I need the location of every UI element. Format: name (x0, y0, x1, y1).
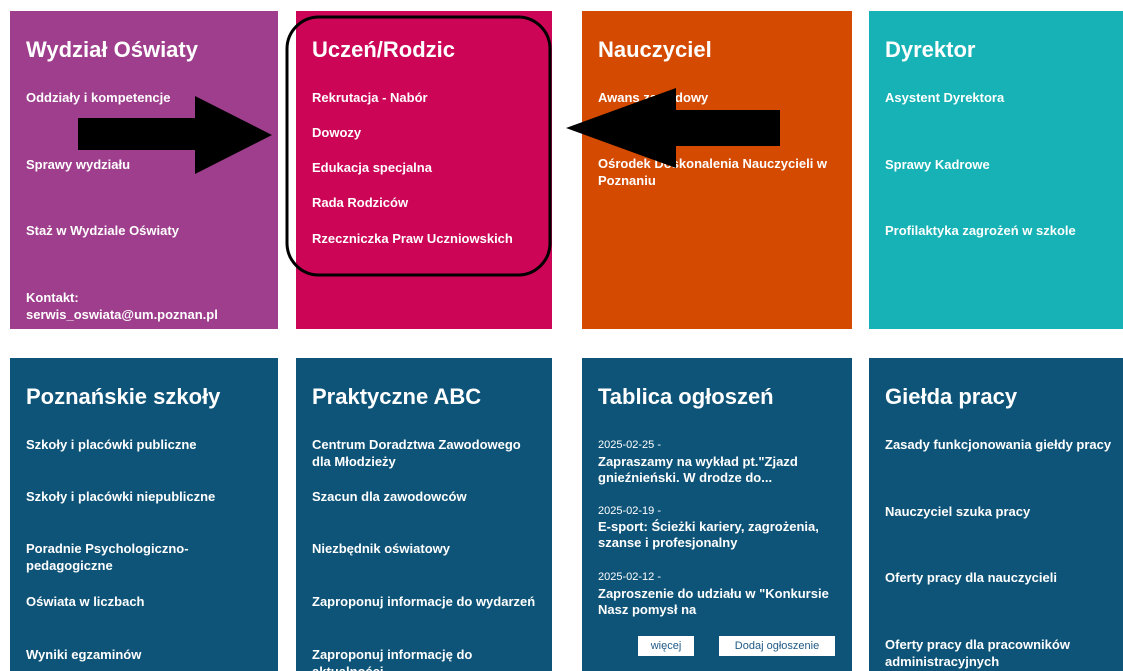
link-rzeczniczka-praw-uczniowskich[interactable]: Rzeczniczka Praw Uczniowskich (312, 230, 542, 247)
link-edukacja-specjalna[interactable]: Edukacja specjalna (312, 159, 542, 176)
link-sprawy-wydzialu[interactable]: Sprawy wydziału (26, 156, 268, 173)
link-nauczyciel-szuka-pracy[interactable]: Nauczyciel szuka pracy (885, 503, 1113, 520)
tile-poznanskie-szkoly: Poznańskie szkoły Szkoły i placówki publ… (10, 358, 278, 671)
link-awans-zawodowy[interactable]: Awans zawodowy (598, 89, 842, 106)
tile-title[interactable]: Poznańskie szkoły (26, 384, 220, 410)
tile-title[interactable]: Uczeń/Rodzic (312, 37, 455, 63)
tile-uczen-rodzic: Uczeń/Rodzic Rekrutacja - Nabór Dowozy E… (296, 11, 552, 329)
more-button[interactable]: więcej (638, 636, 694, 656)
link-profilaktyka-zagrozen[interactable]: Profilaktyka zagrożeń w szkole (885, 222, 1113, 239)
link-osrodek-doskonalenia[interactable]: Ośrodek Doskonalenia Nauczycieli w Pozna… (598, 155, 842, 189)
tile-wydzial-oswiaty: Wydział Oświaty Oddziały i kompetencje S… (10, 11, 278, 329)
news-date: 2025-02-25 - (598, 439, 661, 451)
link-dowozy[interactable]: Dowozy (312, 124, 542, 141)
contact-email-link[interactable]: serwis_oswiata@um.poznan.pl (26, 306, 268, 323)
news-date: 2025-02-19 - (598, 505, 661, 517)
add-announcement-button[interactable]: Dodaj ogłoszenie (719, 636, 835, 656)
link-oferty-dla-nauczycieli[interactable]: Oferty pracy dla nauczycieli (885, 569, 1113, 586)
tile-title[interactable]: Praktyczne ABC (312, 384, 481, 410)
contact-label: Kontakt: (26, 290, 79, 305)
news-title[interactable]: E-sport: Ścieżki kariery, zagrożenia, sz… (598, 519, 840, 551)
link-rekrutacja-nabor[interactable]: Rekrutacja - Nabór (312, 89, 542, 106)
link-wyniki-egzaminow[interactable]: Wyniki egzaminów (26, 646, 268, 663)
news-title[interactable]: Zapraszamy na wykład pt."Zjazd gnieźnień… (598, 454, 840, 486)
tile-gielda-pracy: Giełda pracy Zasady funkcjonowania giełd… (869, 358, 1123, 671)
tile-nauczyciel: Nauczyciel Awans zawodowy Ośrodek Doskon… (582, 11, 852, 329)
tile-title[interactable]: Nauczyciel (598, 37, 712, 63)
tile-praktyczne-abc: Praktyczne ABC Centrum Doradztwa Zawodow… (296, 358, 552, 671)
tile-dyrektor: Dyrektor Asystent Dyrektora Sprawy Kadro… (869, 11, 1123, 329)
link-poradnie[interactable]: Poradnie Psychologiczno-pedagogiczne (26, 540, 268, 574)
link-oddzialy-i-kompetencje[interactable]: Oddziały i kompetencje (26, 89, 268, 106)
tile-title[interactable]: Wydział Oświaty (26, 37, 198, 63)
link-zaproponuj-aktualnosci[interactable]: Zaproponuj informację do aktualności (312, 646, 542, 671)
link-staz-w-wydziale[interactable]: Staż w Wydziale Oświaty (26, 222, 268, 239)
link-oferty-dla-administracji[interactable]: Oferty pracy dla pracowników administrac… (885, 636, 1113, 670)
tile-title[interactable]: Giełda pracy (885, 384, 1017, 410)
link-sprawy-kadrowe[interactable]: Sprawy Kadrowe (885, 156, 1113, 173)
link-zasady-gieldy[interactable]: Zasady funkcjonowania giełdy pracy (885, 436, 1113, 453)
tile-title[interactable]: Tablica ogłoszeń (598, 384, 774, 410)
link-zaproponuj-wydarzenia[interactable]: Zaproponuj informacje do wydarzeń (312, 593, 542, 610)
link-szacun-dla-zawodowcow[interactable]: Szacun dla zawodowców (312, 488, 542, 505)
link-oswiata-w-liczbach[interactable]: Oświata w liczbach (26, 593, 268, 610)
link-szkoly-niepubliczne[interactable]: Szkoły i placówki niepubliczne (26, 488, 268, 505)
link-szkoly-publiczne[interactable]: Szkoły i placówki publiczne (26, 436, 268, 453)
news-date: 2025-02-12 - (598, 571, 661, 583)
link-niezbednik-oswiatowy[interactable]: Niezbędnik oświatowy (312, 540, 542, 557)
tile-tablica-ogloszen: Tablica ogłoszeń 2025-02-25 - Zapraszamy… (582, 358, 852, 671)
link-rada-rodzicow[interactable]: Rada Rodziców (312, 194, 542, 211)
tile-title[interactable]: Dyrektor (885, 37, 975, 63)
link-centrum-doradztwa[interactable]: Centrum Doradztwa Zawodowego dla Młodzie… (312, 436, 542, 470)
news-title[interactable]: Zaproszenie do udziału w "Konkursie Nasz… (598, 586, 840, 618)
link-asystent-dyrektora[interactable]: Asystent Dyrektora (885, 89, 1113, 106)
